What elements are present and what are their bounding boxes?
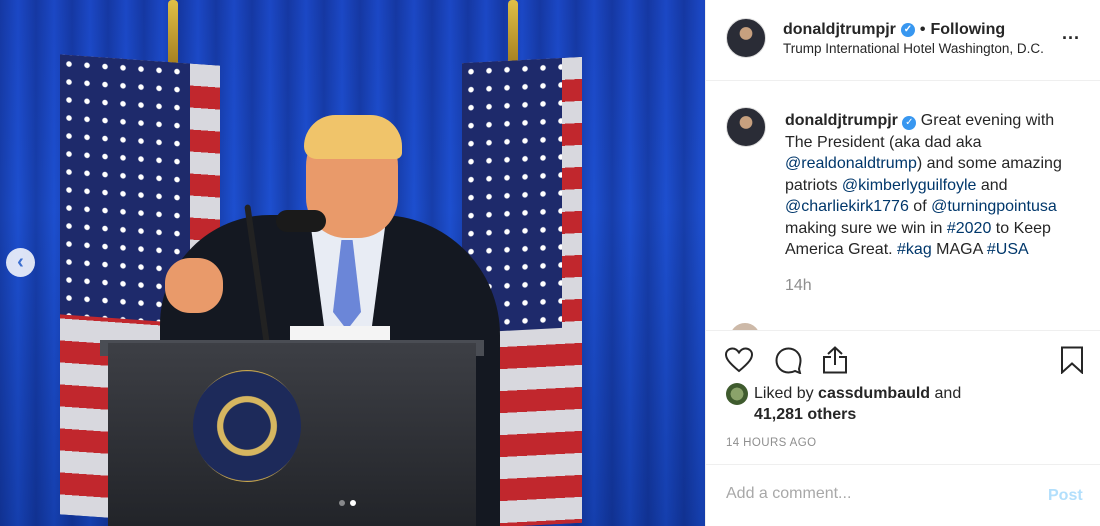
header-user-line: donaldjtrumpjr ✓ • Following (783, 21, 1005, 39)
caption-text: Great evening with The President (aka da… (785, 112, 1062, 258)
likes-summary: Liked by cassdumbauld and 41,281 others (726, 383, 961, 425)
carousel-prev-button[interactable]: ‹ (6, 248, 35, 277)
more-options-icon[interactable]: ... (1062, 23, 1080, 44)
liker-username[interactable]: cassdumbauld (818, 385, 930, 402)
caption-mention-link[interactable]: @kimberlyguilfoyle (842, 177, 977, 194)
caption-text-segment: making sure we win in (785, 219, 947, 237)
share-button[interactable] (820, 345, 850, 375)
carousel-dot-active (350, 500, 356, 506)
caption-text-segment: and (976, 176, 1008, 194)
post-header: donaldjtrumpjr ✓ • Following Trump Inter… (706, 0, 1100, 81)
share-icon (823, 346, 847, 374)
chevron-left-icon: ‹ (17, 251, 24, 273)
avatar[interactable] (726, 18, 766, 58)
caption-mention-link[interactable]: #2020 (947, 220, 992, 237)
action-bar: Liked by cassdumbauld and 41,281 others … (706, 330, 1100, 465)
caption: donaldjtrumpjr ✓ Great evening with The … (785, 110, 1085, 261)
speaker-hair (304, 115, 402, 159)
post-timestamp[interactable]: 14 HOURS AGO (726, 437, 816, 449)
next-comment-peek (730, 323, 1030, 330)
avatar (730, 323, 760, 330)
carousel-indicator (339, 500, 356, 506)
caption-mention-link[interactable]: #USA (987, 241, 1029, 258)
speaker-hand-left (165, 258, 223, 313)
caption-mention-link[interactable]: @turningpointusa (931, 198, 1057, 215)
likes-prefix: Liked by (754, 385, 819, 402)
save-button[interactable] (1057, 345, 1087, 375)
heart-icon (725, 347, 753, 373)
bookmark-icon (1061, 346, 1083, 374)
comment-input[interactable] (726, 485, 1026, 503)
avatar[interactable] (726, 383, 748, 405)
comment-button[interactable] (773, 345, 803, 375)
verified-icon: ✓ (902, 116, 917, 130)
caption-mention-link[interactable]: @realdonaldtrump (785, 155, 917, 172)
likes-middle: and (930, 385, 962, 402)
location-link[interactable]: Trump International Hotel Washington, D.… (783, 41, 1044, 56)
caption-username[interactable]: donaldjtrumpjr (785, 112, 898, 129)
separator: • (919, 21, 926, 38)
post-age[interactable]: 14h (785, 277, 812, 295)
caption-text-segment: MAGA (931, 241, 987, 258)
post-side-panel: donaldjtrumpjr ✓ • Following Trump Inter… (705, 0, 1100, 526)
verified-icon: ✓ (900, 23, 915, 37)
post-comment-button[interactable]: Post (1048, 487, 1083, 505)
comment-bar: Post (706, 464, 1100, 526)
carousel-dot (339, 500, 345, 506)
flagpole-left (168, 0, 178, 70)
caption-avatar[interactable] (726, 107, 766, 147)
comment-icon (774, 346, 802, 374)
caption-mention-link[interactable]: #kag (897, 241, 932, 258)
following-button[interactable]: Following (931, 21, 1006, 39)
post-photo[interactable]: ‹ (0, 0, 705, 526)
comments-section[interactable]: donaldjtrumpjr ✓ Great evening with The … (706, 81, 1100, 330)
caption-text-segment: of (908, 198, 932, 215)
likes-others-link[interactable]: 41,281 others (754, 406, 856, 423)
caption-mention-link[interactable]: @charliekirk1776 (785, 198, 909, 215)
presidential-seal (193, 370, 301, 482)
username-link[interactable]: donaldjtrumpjr (783, 21, 896, 39)
like-button[interactable] (724, 345, 754, 375)
microphone (276, 210, 326, 232)
